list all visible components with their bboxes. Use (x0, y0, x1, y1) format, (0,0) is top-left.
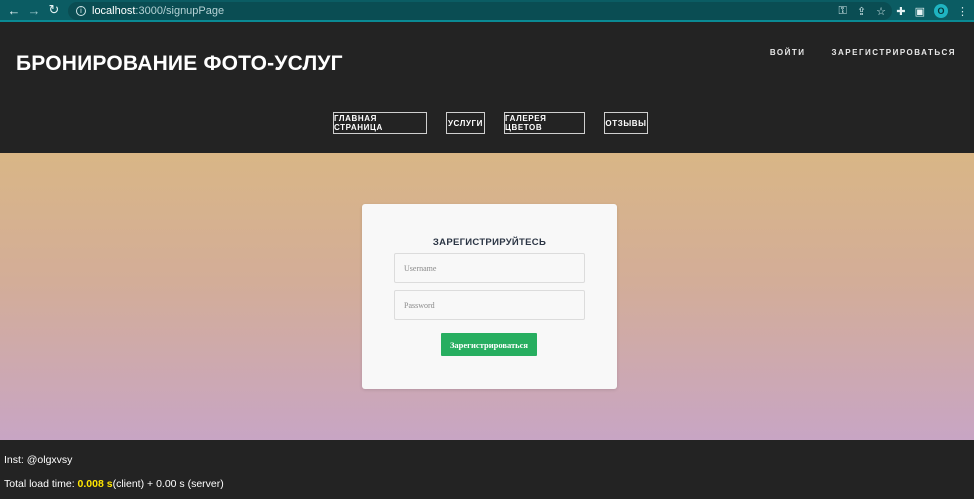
register-submit-button[interactable]: Зарегистрироваться (441, 333, 537, 356)
nav-services[interactable]: УСЛУГИ (446, 112, 485, 134)
auth-links: ВОЙТИ ЗАРЕГИСТРИРОВАТЬСЯ (770, 48, 956, 57)
nav-gallery[interactable]: ГАЛЕРЕЯ ЦВЕТОВ (504, 112, 585, 134)
reload-icon[interactable]: ↻ (44, 0, 64, 21)
address-bar[interactable]: i localhost:3000/signupPage ⚿ ⇪ ☆ (68, 2, 892, 20)
form-title: ЗАРЕГИСТРИРУЙТЕСЬ (432, 237, 547, 248)
star-icon[interactable]: ☆ (876, 5, 886, 18)
site-header: БРОНИРОВАНИЕ ФОТО-УСЛУГ ВОЙТИ ЗАРЕГИСТРИ… (0, 24, 974, 153)
key-icon[interactable]: ⚿ (839, 5, 847, 18)
load-time-prefix: Total load time: (4, 478, 78, 490)
instagram-handle: Inst: @olgxvsy (4, 454, 73, 466)
username-input[interactable] (394, 253, 585, 283)
menu-icon[interactable]: ⋮ (957, 5, 968, 18)
profile-avatar[interactable]: O (934, 4, 948, 18)
site-footer: Inst: @olgxvsy Total load time: 0.008 s(… (0, 440, 974, 499)
nav-home[interactable]: ГЛАВНАЯ СТРАНИЦА (333, 112, 427, 134)
register-link[interactable]: ЗАРЕГИСТРИРОВАТЬСЯ (832, 48, 956, 57)
content-area: ЗАРЕГИСТРИРУЙТЕСЬ Зарегистрироваться (0, 153, 974, 440)
share-icon[interactable]: ⇪ (857, 5, 866, 18)
url-path: :3000/signupPage (135, 5, 225, 17)
main-nav: ГЛАВНАЯ СТРАНИЦА УСЛУГИ ГАЛЕРЕЯ ЦВЕТОВ О… (333, 112, 648, 134)
password-input[interactable] (394, 290, 585, 320)
side-panel-icon[interactable]: ▣ (915, 5, 925, 18)
back-arrow-icon[interactable]: ← (4, 0, 24, 21)
browser-toolbar: ← → ↻ i localhost:3000/signupPage ⚿ ⇪ ☆ … (0, 0, 974, 22)
load-time-client: 0.008 s (77, 478, 113, 490)
url-host: localhost (92, 5, 136, 17)
login-link[interactable]: ВОЙТИ (770, 48, 806, 57)
nav-reviews[interactable]: ОТЗЫВЫ (604, 112, 648, 134)
load-time-suffix: (client) + 0.00 s (server) (112, 478, 224, 490)
extensions-icon[interactable]: ✚ (896, 5, 905, 18)
forward-arrow-icon[interactable]: → (24, 0, 44, 21)
site-title: БРОНИРОВАНИЕ ФОТО-УСЛУГ (16, 52, 343, 75)
site-info-icon[interactable]: i (76, 6, 86, 16)
signup-card: ЗАРЕГИСТРИРУЙТЕСЬ Зарегистрироваться (362, 204, 617, 389)
load-time: Total load time: 0.008 s(client) + 0.00 … (4, 478, 224, 490)
